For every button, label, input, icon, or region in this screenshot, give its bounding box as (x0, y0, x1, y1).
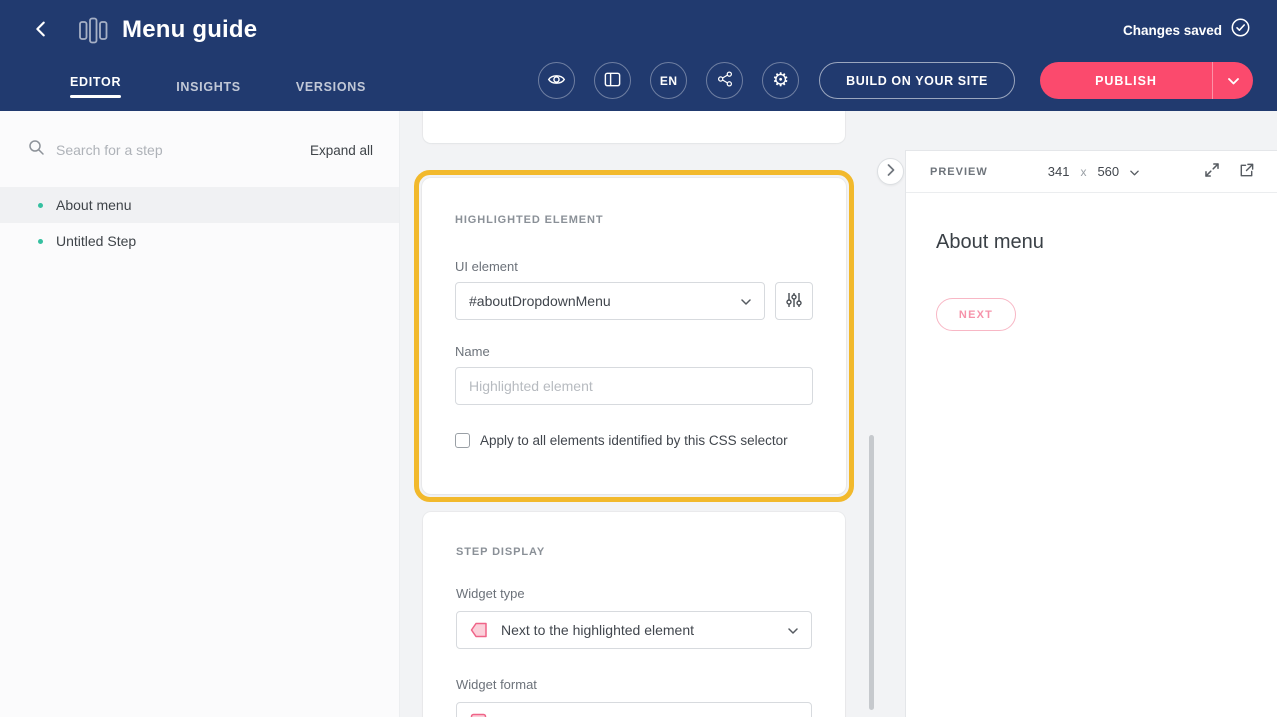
share-icon (716, 70, 734, 91)
preview-size-dropdown[interactable]: 341 x 560 (1048, 164, 1139, 179)
share-button[interactable] (706, 62, 743, 99)
check-circle-icon (1231, 18, 1250, 42)
highlighted-element-card: HIGHLIGHTED ELEMENT UI element #aboutDro… (422, 178, 846, 494)
language-badge: EN (660, 74, 678, 88)
steps-list: About menu Untitled Step (0, 187, 399, 259)
search-icon (28, 139, 45, 161)
header-toolbar: EN ⚙ BUILD ON (538, 62, 1253, 99)
collapse-preview-button[interactable] (877, 158, 904, 185)
widget-format-select[interactable] (456, 702, 812, 717)
card-above-partial (423, 111, 845, 143)
tab-insights[interactable]: INSIGHTS (176, 60, 241, 98)
expand-all-link[interactable]: Expand all (310, 143, 373, 158)
preview-height-value: 560 (1097, 164, 1119, 179)
widget-type-label: Widget type (456, 586, 812, 601)
sliders-icon (785, 291, 803, 312)
chevron-down-icon (788, 712, 798, 717)
preview-title: PREVIEW (930, 166, 988, 178)
ui-element-row: #aboutDropdownMenu (455, 282, 813, 320)
content-scrollbar-thumb[interactable] (869, 435, 874, 710)
changes-saved-status: Changes saved (1123, 18, 1250, 42)
editor-content: HIGHLIGHTED ELEMENT UI element #aboutDro… (400, 111, 905, 717)
publish-button[interactable]: PUBLISH (1040, 62, 1212, 99)
layout-button[interactable] (594, 62, 631, 99)
header-tabs: EDITOR INSIGHTS VERSIONS (70, 60, 366, 98)
ui-element-label: UI element (455, 259, 813, 274)
section-title: HIGHLIGHTED ELEMENT (455, 214, 813, 226)
layout-panel-icon (603, 70, 622, 92)
steps-sidebar: Expand all About menu Untitled Step (0, 111, 400, 717)
preview-next-button[interactable]: NEXT (936, 298, 1016, 331)
ui-element-value: #aboutDropdownMenu (469, 293, 611, 309)
preview-size-separator: x (1080, 165, 1086, 179)
widget-tooltip-icon (470, 622, 488, 638)
step-status-dot (38, 239, 43, 244)
step-search-row: Expand all (0, 111, 399, 177)
step-search-input[interactable] (56, 142, 299, 158)
preview-step-title: About menu (936, 231, 1247, 254)
chevron-down-icon (788, 621, 798, 639)
tab-editor[interactable]: EDITOR (70, 60, 121, 98)
apply-all-checkbox[interactable] (455, 433, 470, 448)
step-status-dot (38, 203, 43, 208)
top-header: Menu guide Changes saved EDITOR INSIGHTS… (0, 0, 1277, 111)
widget-type-select[interactable]: Next to the highlighted element (456, 611, 812, 649)
expand-icon (1204, 162, 1220, 181)
preview-eye-button[interactable] (538, 62, 575, 99)
section-title: STEP DISPLAY (456, 546, 812, 558)
header-nav-row: EDITOR INSIGHTS VERSIONS (0, 60, 1277, 111)
ui-element-select[interactable]: #aboutDropdownMenu (455, 282, 765, 320)
step-item-label: Untitled Step (56, 233, 136, 249)
step-item-about-menu[interactable]: About menu (0, 187, 399, 223)
open-in-new-tab-button[interactable] (1238, 162, 1255, 182)
widget-type-value: Next to the highlighted element (501, 622, 775, 638)
preview-panel: PREVIEW 341 x 560 (905, 150, 1277, 717)
highlighted-element-name-input[interactable] (455, 367, 813, 405)
language-button[interactable]: EN (650, 62, 687, 99)
page-title: Menu guide (122, 16, 257, 44)
publish-split-button: PUBLISH (1040, 62, 1253, 99)
apply-all-row: Apply to all elements identified by this… (455, 433, 813, 448)
chevron-right-icon (887, 164, 895, 179)
widget-format-label: Widget format (456, 677, 812, 692)
caret-down-icon (1228, 73, 1239, 88)
changes-saved-label: Changes saved (1123, 23, 1222, 38)
app-logo-icon (78, 17, 108, 44)
apply-all-label: Apply to all elements identified by this… (480, 433, 788, 448)
preview-body: About menu NEXT (906, 231, 1277, 331)
build-on-your-site-button[interactable]: BUILD ON YOUR SITE (819, 62, 1015, 99)
back-button[interactable] (28, 17, 54, 43)
preview-width-value: 341 (1048, 164, 1070, 179)
step-display-card: STEP DISPLAY Widget type Next to the hig… (423, 512, 845, 717)
chevron-down-icon (1130, 164, 1139, 179)
step-item-label: About menu (56, 197, 132, 213)
external-link-icon (1238, 162, 1255, 182)
step-item-untitled-step[interactable]: Untitled Step (0, 223, 399, 259)
settings-button[interactable]: ⚙ (762, 62, 799, 99)
highlighted-card-ring: HIGHLIGHTED ELEMENT UI element #aboutDro… (414, 170, 854, 502)
name-label: Name (455, 344, 813, 359)
gear-icon: ⚙ (772, 71, 789, 90)
preview-fullscreen-button[interactable] (1204, 162, 1220, 181)
preview-header: PREVIEW 341 x 560 (906, 151, 1277, 193)
back-icon (31, 19, 51, 42)
eye-icon (547, 70, 566, 92)
preview-header-actions (1204, 162, 1255, 182)
chevron-down-icon (741, 292, 751, 310)
widget-format-icon (470, 713, 488, 717)
element-picker-settings-button[interactable] (775, 282, 813, 320)
tab-versions[interactable]: VERSIONS (296, 60, 366, 98)
header-title-row: Menu guide Changes saved (0, 0, 1277, 60)
app-window: Menu guide Changes saved EDITOR INSIGHTS… (0, 0, 1277, 717)
publish-options-button[interactable] (1212, 62, 1253, 99)
